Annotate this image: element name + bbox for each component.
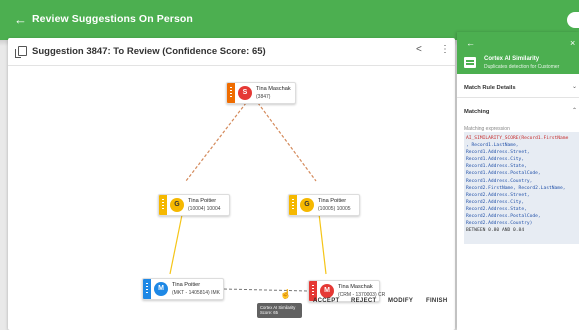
page-title: Review Suggestions On Person [32, 13, 193, 25]
match-graph: S Tina Maschak (3847) G Tina Poitier (10… [8, 66, 455, 330]
section-matching[interactable]: Matching ⌃ [457, 102, 579, 122]
rule-list-icon [464, 57, 476, 68]
expression-line: Record1.Address.City, [466, 157, 525, 163]
edge-top-right [257, 102, 317, 182]
entity-strip [143, 279, 151, 299]
modify-button[interactable]: MODIFY [388, 298, 413, 304]
entity-badge: G [300, 198, 314, 212]
finish-button[interactable]: FINISH [426, 298, 447, 304]
card-header: Suggestion 3847: To Review (Confidence S… [8, 38, 455, 66]
expression-line: Record2.Address.Street, [466, 192, 530, 198]
entity-badge: S [238, 86, 252, 100]
node-name: Tina Maschak [256, 86, 291, 92]
arrow-left-icon[interactable]: ← [14, 12, 27, 27]
suggestion-card: Suggestion 3847: To Review (Confidence S… [8, 38, 455, 330]
expression-line: AI_SIMILARITY_SCORE(Record1.FirstName [466, 136, 569, 141]
expression-line: BETWEEN 0.80 AND 0.84 [466, 228, 525, 234]
node-top[interactable]: S Tina Maschak (3847) [226, 82, 296, 104]
document-icon [15, 46, 27, 58]
graph-edges [169, 102, 327, 292]
node-left-golden[interactable]: G Tina Poitier (10004) 10004 [158, 194, 230, 216]
edge-similarity[interactable] [223, 288, 309, 292]
accept-button[interactable]: ACCEPT [313, 298, 339, 304]
expression-line: Record2.Address.State, [466, 206, 527, 212]
expression-line: Record1.Address.Street, [466, 150, 530, 156]
panel-header: ← × Cortex AI Similarity Duplicates dete… [457, 32, 579, 74]
expression-line: Record1.Address.State, [466, 164, 527, 170]
node-id: (MKT - 1405814) IMK [172, 290, 220, 296]
panel-title: Cortex AI Similarity [484, 56, 540, 62]
panel-subtitle: Duplicates detection for Customer [484, 64, 560, 70]
expression-line: Record2.Address.PostalCode, [466, 214, 541, 220]
arrow-left-icon[interactable]: ← [466, 38, 475, 48]
entity-strip [289, 195, 297, 215]
avatar[interactable] [567, 12, 579, 28]
entity-strip [227, 83, 235, 103]
node-left-source[interactable]: M Tina Poitier (MKT - 1405814) IMK [142, 278, 224, 300]
section-match-rule-details[interactable]: Match Rule Details ⌄ [457, 78, 579, 98]
node-id: (10004) 10004 [188, 206, 221, 212]
node-name: Tina Poitier [172, 282, 201, 288]
node-id: (10005) 10005 [318, 206, 351, 212]
entity-badge: M [320, 284, 334, 298]
matching-expression: AI_SIMILARITY_SCORE(Record1.FirstName , … [464, 132, 579, 244]
expression-line: Record2.Address.Country) [466, 221, 533, 227]
match-rule-panel: ← × Cortex AI Similarity Duplicates dete… [457, 32, 579, 330]
share-icon[interactable]: < [416, 44, 422, 55]
close-icon[interactable]: × [570, 38, 575, 48]
expression-line: Record1.Address.PostalCode, [466, 171, 541, 177]
action-bar: ACCEPT REJECT MODIFY FINISH [8, 298, 455, 312]
node-right-golden[interactable]: G Tina Poitier (10005) 10005 [288, 194, 360, 216]
node-id: (3847) [256, 94, 271, 100]
expression-line: Record1.Address.Country, [466, 178, 533, 184]
node-name: Tina Poitier [318, 198, 347, 204]
node-name: Tina Maschak [338, 284, 373, 290]
edge-top-left [185, 102, 247, 182]
node-name: Tina Poitier [188, 198, 217, 204]
entity-badge: G [170, 198, 184, 212]
expression-line: Record2.Address.City, [466, 199, 525, 205]
more-vertical-icon[interactable]: ⋮ [440, 44, 450, 55]
section-label: Matching [464, 109, 490, 115]
reject-button[interactable]: REJECT [351, 298, 376, 304]
chevron-down-icon[interactable]: ⌄ [572, 83, 577, 90]
suggestion-title: Suggestion 3847: To Review (Confidence S… [32, 46, 266, 57]
entity-badge: M [154, 282, 168, 296]
chevron-up-icon[interactable]: ⌃ [572, 107, 577, 114]
expression-line: , Record1.LastName, [466, 143, 519, 149]
expression-line: Record2.FirstName, Record2.LastName, [466, 185, 566, 191]
entity-strip [159, 195, 167, 215]
section-label: Match Rule Details [464, 85, 516, 91]
